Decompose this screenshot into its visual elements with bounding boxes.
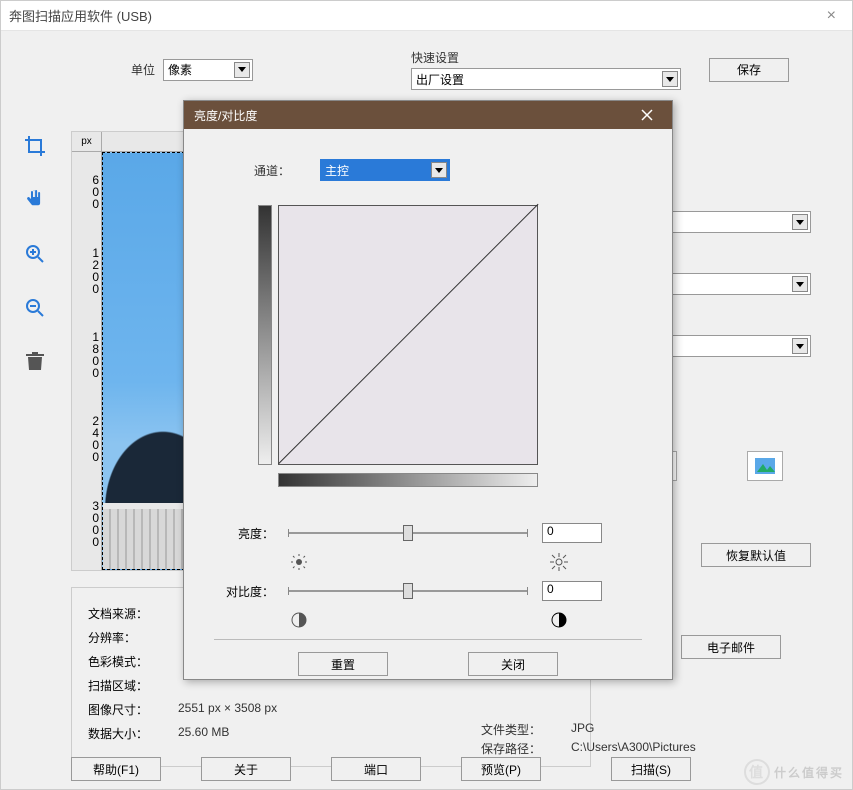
dropdown-arrow-icon xyxy=(792,214,808,230)
crop-tool[interactable] xyxy=(20,131,50,161)
restore-defaults-button[interactable]: 恢复默认值 xyxy=(701,543,811,567)
contrast-value-input[interactable]: 0 xyxy=(542,581,602,601)
contrast-label: 对比度： xyxy=(214,583,274,600)
quick-settings-select[interactable]: 出厂设置 xyxy=(411,68,681,90)
brightness-contrast-dialog: 亮度/对比度 通道： 主控 亮度： xyxy=(183,100,673,680)
size-value: 2551 px × 3508 px xyxy=(178,701,277,718)
watermark: 值什么值得买 xyxy=(744,759,844,785)
channel-label: 通道： xyxy=(254,162,290,179)
color-label: 色彩模式： xyxy=(88,653,168,670)
trash-tool[interactable] xyxy=(20,347,50,377)
curve-area xyxy=(278,205,578,505)
main-close-button[interactable]: × xyxy=(819,7,844,25)
quick-settings-value: 出厂设置 xyxy=(416,71,464,88)
contrast-slider[interactable] xyxy=(288,581,528,601)
image-adjust-button-2[interactable] xyxy=(747,451,783,481)
zoom-in-tool[interactable] xyxy=(20,239,50,269)
ruler-vertical: 6 0 0 1 2 0 0 1 8 0 0 2 4 0 0 3 0 0 0 xyxy=(72,152,102,570)
source-label: 文档来源： xyxy=(88,605,168,622)
setting-select-3[interactable] xyxy=(671,335,811,357)
contrast-row: 对比度： 0 xyxy=(214,581,642,601)
brightness-value-input[interactable]: 0 xyxy=(542,523,602,543)
channel-value: 主控 xyxy=(325,162,349,179)
main-titlebar: 奔图扫描应用软件 (USB) × xyxy=(1,1,852,31)
hand-icon xyxy=(23,188,47,212)
unit-select[interactable]: 像素 xyxy=(163,59,253,81)
slider-thumb[interactable] xyxy=(403,525,413,541)
app-title: 奔图扫描应用软件 (USB) xyxy=(9,6,152,25)
email-button[interactable]: 电子邮件 xyxy=(681,635,781,659)
filetype-value: JPG xyxy=(571,721,594,738)
dpi-label: 分辨率： xyxy=(88,629,168,646)
dialog-title: 亮度/对比度 xyxy=(194,107,257,124)
watermark-icon: 值 xyxy=(744,759,770,785)
dialog-titlebar[interactable]: 亮度/对比度 xyxy=(184,101,672,129)
contrast-high-icon xyxy=(550,611,568,629)
scan-button[interactable]: 扫描(S) xyxy=(611,757,691,781)
data-value: 25.60 MB xyxy=(178,725,229,742)
setting-select-2[interactable] xyxy=(671,273,811,295)
dialog-body: 通道： 主控 亮度： 0 xyxy=(184,129,672,696)
dropdown-arrow-icon xyxy=(792,338,808,354)
quick-settings-label: 快速设置 xyxy=(411,49,681,66)
dropdown-arrow-icon xyxy=(431,162,447,178)
channel-select[interactable]: 主控 xyxy=(320,159,450,181)
dialog-button-row: 重置 关闭 xyxy=(214,652,642,676)
dropdown-arrow-icon xyxy=(234,62,250,78)
curve-box[interactable] xyxy=(278,205,538,465)
savepath-value: C:\Users\A300\Pictures xyxy=(571,740,696,757)
ruler-corner: px xyxy=(72,132,102,152)
savepath-label: 保存路径： xyxy=(481,740,561,757)
brightness-label: 亮度： xyxy=(214,525,274,542)
top-controls: 单位 像素 快速设置 出厂设置 保存 xyxy=(1,31,852,104)
close-button[interactable]: 关闭 xyxy=(468,652,558,676)
filetype-label: 文件类型： xyxy=(481,721,561,738)
brightness-slider[interactable] xyxy=(288,523,528,543)
crop-icon xyxy=(23,134,47,158)
dropdown-arrow-icon xyxy=(662,71,678,87)
dialog-close-button[interactable] xyxy=(632,104,662,126)
sun-bright-icon xyxy=(550,553,568,571)
zoom-in-icon xyxy=(23,242,47,266)
trash-icon xyxy=(23,350,47,374)
unit-select-value: 像素 xyxy=(168,61,192,78)
file-info: 文件类型： JPG 保存路径： C:\Users\A300\Pictures xyxy=(481,719,831,759)
preview-button[interactable]: 预览(P) xyxy=(461,757,541,781)
contrast-low-icon xyxy=(290,611,308,629)
close-icon xyxy=(641,109,653,121)
size-label: 图像尺寸： xyxy=(88,701,168,718)
bottom-buttons-right: 预览(P) 扫描(S) xyxy=(461,757,691,781)
save-button[interactable]: 保存 xyxy=(709,58,789,82)
port-button[interactable]: 端口 xyxy=(331,757,421,781)
about-button[interactable]: 关于 xyxy=(201,757,291,781)
setting-select-1[interactable] xyxy=(671,211,811,233)
picture-icon xyxy=(755,458,775,474)
data-label: 数据大小： xyxy=(88,725,168,742)
bottom-buttons-left: 帮助(F1) 关于 端口 xyxy=(71,757,421,781)
channel-row: 通道： 主控 xyxy=(254,159,622,181)
horizontal-gradient xyxy=(278,473,538,487)
help-button[interactable]: 帮助(F1) xyxy=(71,757,161,781)
zoom-out-icon xyxy=(23,296,47,320)
brightness-row: 亮度： 0 xyxy=(214,523,642,543)
vertical-gradient xyxy=(258,205,272,465)
unit-label: 单位 xyxy=(131,61,155,78)
slider-group: 亮度： 0 对比度： 0 xyxy=(214,523,642,629)
left-toolbar xyxy=(15,131,55,377)
reset-button[interactable]: 重置 xyxy=(298,652,388,676)
sun-dim-icon xyxy=(290,553,308,571)
slider-thumb[interactable] xyxy=(403,583,413,599)
zoom-out-tool[interactable] xyxy=(20,293,50,323)
dropdown-arrow-icon xyxy=(792,276,808,292)
area-label: 扫描区域： xyxy=(88,677,168,694)
dialog-separator xyxy=(214,639,642,640)
hand-tool[interactable] xyxy=(20,185,50,215)
